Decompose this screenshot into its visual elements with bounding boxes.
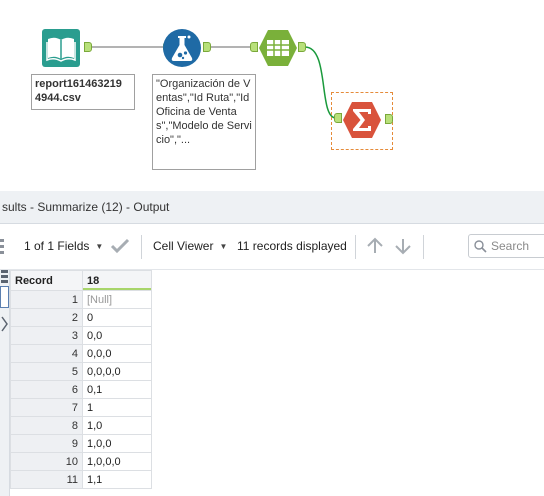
formula-annotation: "Organización de Ventas","Id Ruta","Id O… [152,74,256,170]
records-count: 11 records displayed [237,239,347,253]
record-number: 2 [10,308,83,327]
input-output-anchor[interactable] [84,42,92,52]
chevron-right-icon [1,316,8,332]
results-grid[interactable]: Record 18 1 [Null] 20 3 0,0 4 0,0,0 5 0,0,0,… [10,270,152,489]
cell-value[interactable]: 0,0,0,0 [82,362,152,381]
results-toolbar: 1 of 1 Fields ▼ Cell Viewer ▼ 11 records d… [0,224,544,270]
cell-viewer-label: Cell Viewer [153,239,214,253]
table-row[interactable]: 9 1,0,0 [10,434,152,453]
workflow-canvas[interactable]: report161463219 4944.csv "Organización d… [0,0,544,188]
record-number: 11 [10,470,83,489]
results-side-strip [0,270,10,496]
table-row[interactable]: 6 0,1 [10,380,152,399]
table-row[interactable]: 4 0,0,0 [10,344,152,363]
record-number: 9 [10,434,83,453]
record-view-button[interactable] [0,286,9,308]
table-icon [1,270,8,283]
cell-value[interactable]: 1,0,0 [82,434,152,453]
parse-input-anchor[interactable] [250,42,258,52]
formula-tool[interactable] [162,28,202,68]
cell-value[interactable]: [Null] [82,290,152,309]
column-header-18-label: 18 [87,274,100,287]
table-row[interactable]: 3 0,0 [10,326,152,345]
table-row[interactable]: 1 [Null] [10,290,152,309]
cell-value[interactable]: 0,1 [82,380,152,399]
cell-value[interactable]: 0,0 [82,326,152,345]
chevron-down-icon: ▼ [95,242,104,251]
search-icon [474,240,487,253]
sigma-icon [343,102,381,138]
column-header-record[interactable]: Record [10,270,83,291]
results-window: sults - Summarize (12) - Output 1 of 1 F… [0,188,544,496]
text-to-columns-tool[interactable] [258,28,298,68]
expand-button[interactable] [0,314,9,334]
toolbar-divider [355,235,356,259]
results-title: sults - Summarize (12) - Output [0,191,544,224]
grip-icon [0,239,4,254]
cell-value[interactable]: 1,0,0,0 [82,452,152,471]
column-quality-bar [83,288,151,290]
parse-output-anchor[interactable] [298,42,306,52]
cell-value[interactable]: 0,0,0 [82,344,152,363]
toolbar-divider [423,235,424,259]
cell-value[interactable]: 1,0 [82,416,152,435]
book-icon [42,29,80,67]
record-number: 4 [10,344,83,363]
column-header-18[interactable]: 18 [82,270,152,291]
formula-output-anchor[interactable] [203,42,211,52]
arrow-up-icon[interactable] [365,236,385,256]
record-number: 5 [10,362,83,381]
table-icon [259,30,297,66]
cell-value[interactable]: 1,1 [82,470,152,489]
table-row[interactable]: 11 1,1 [10,470,152,489]
table-row[interactable]: 5 0,0,0,0 [10,362,152,381]
summarize-tool[interactable] [342,100,382,140]
record-number: 7 [10,398,83,417]
input-data-tool[interactable] [42,29,80,67]
flask-icon [163,29,201,67]
checkmark-icon[interactable] [110,237,130,255]
summarize-output-anchor[interactable] [385,114,393,124]
table-view-button[interactable] [0,266,9,286]
toolbar-divider [141,235,142,259]
cell-value[interactable]: 0 [82,308,152,327]
cell-viewer-dropdown[interactable]: Cell Viewer ▼ [153,238,227,255]
table-row[interactable]: 8 1,0 [10,416,152,435]
fields-dropdown-label: 1 of 1 Fields [24,239,90,253]
summarize-input-anchor[interactable] [334,113,342,123]
record-number: 6 [10,380,83,399]
record-number: 8 [10,416,83,435]
fields-dropdown[interactable]: 1 of 1 Fields ▼ [24,238,103,255]
cell-value[interactable]: 1 [82,398,152,417]
search-box[interactable] [468,234,544,258]
arrow-down-icon[interactable] [393,236,413,256]
record-number: 10 [10,452,83,471]
record-number: 3 [10,326,83,345]
table-row[interactable]: 71 [10,398,152,417]
table-row[interactable]: 20 [10,308,152,327]
table-row[interactable]: 10 1,0,0,0 [10,452,152,471]
input-annotation: report161463219 4944.csv [31,74,135,110]
chevron-down-icon: ▼ [219,242,228,251]
search-input[interactable] [491,237,544,255]
record-number: 1 [10,290,83,309]
